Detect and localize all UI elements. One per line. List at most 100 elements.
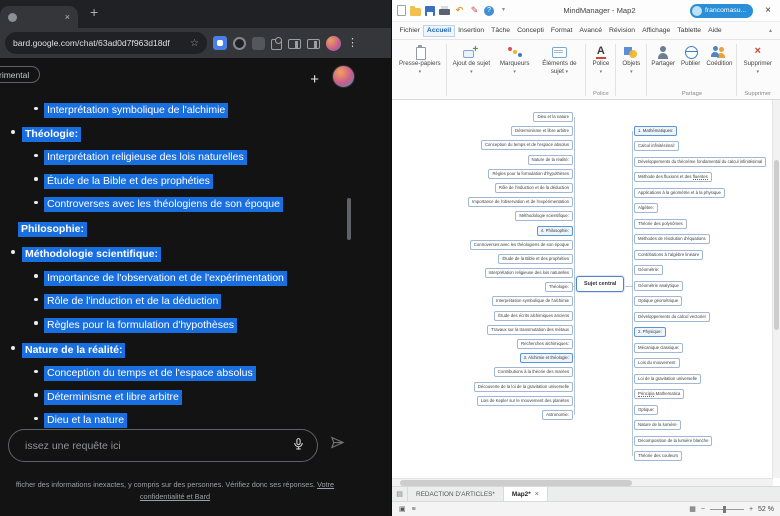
browser-menu-icon[interactable]: ⋮ [347, 36, 358, 50]
map-node[interactable]: Théorie des polynômes [634, 219, 687, 229]
ribbon-button-police[interactable]: A Police ▾ [587, 42, 614, 76]
extension-circle-icon[interactable] [233, 36, 246, 50]
menu-tab-accueil[interactable]: Accueil [423, 24, 455, 37]
map-node[interactable]: Mécanique classique: [634, 343, 684, 353]
url-bar[interactable]: bard.google.com/chat/63ad0d7f963d18df ☆ [5, 32, 207, 54]
zoom-out-icon[interactable]: − [701, 506, 705, 513]
map-node[interactable]: Géométrie: [634, 265, 664, 275]
sheet-list-icon[interactable]: ▤ [392, 487, 408, 501]
extension-square-icon[interactable] [252, 36, 265, 50]
map-node[interactable]: Conception du temps et de l'espace absol… [480, 140, 573, 150]
map-node[interactable]: Dieu et la nature [533, 112, 573, 122]
account-pill[interactable]: francomasu... [689, 3, 754, 18]
ribbon-button-supprimer[interactable]: × Supprimer ▾ [738, 42, 777, 76]
ribbon-button-l-ments-de-sujet[interactable]: Éléments de sujet ▾ [534, 42, 584, 76]
map-node[interactable]: Découverte de la loi de la gravitation u… [473, 382, 573, 392]
map-node[interactable]: Développements du calcul vectoriel [634, 312, 710, 322]
map-node[interactable]: Nature de la lumière [634, 420, 681, 430]
menu-tab-t-che[interactable]: Tâche [488, 25, 514, 37]
close-tab-icon[interactable]: × [65, 12, 70, 22]
map-node[interactable]: Optique: [634, 405, 659, 415]
map-node[interactable]: Déterminisme et libre arbitre [511, 126, 573, 136]
ribbon-button-ajout-de-sujet[interactable]: + Ajout de sujet ▾ [448, 42, 495, 76]
reading-list-icon[interactable] [307, 39, 320, 49]
map-node[interactable]: Recherches alchimiques: [516, 339, 573, 349]
print-icon[interactable] [439, 6, 450, 15]
vertical-scrollbar[interactable] [772, 100, 780, 478]
new-chat-icon[interactable]: + [310, 71, 319, 88]
map-node[interactable]: Théologie: [544, 282, 573, 292]
chat-scrollbar[interactable] [347, 198, 351, 240]
map-node[interactable]: Règles pour la formulation d'hypothèses [488, 169, 573, 179]
extension-blue-icon[interactable] [213, 36, 227, 50]
map-node[interactable]: Étude des écrits alchimiques anciens [494, 311, 573, 321]
close-sheet-icon[interactable]: × [535, 491, 539, 498]
side-panel-icon[interactable] [288, 39, 301, 49]
menu-tab-r-vision[interactable]: Révision [605, 25, 638, 37]
ribbon-button-publier[interactable]: Publier [678, 42, 703, 68]
map-node[interactable]: Décomposition de la lumière blanche [634, 436, 713, 446]
map-node[interactable]: Astronomie: [542, 410, 573, 420]
ribbon-button-marqueurs[interactable]: Marqueurs ▾ [495, 42, 534, 76]
map-node[interactable]: Calcul infinitésimal: [634, 141, 679, 151]
menu-tab-format[interactable]: Format [547, 25, 576, 37]
profile-avatar[interactable] [326, 35, 341, 51]
save-icon[interactable] [425, 5, 435, 16]
ribbon-collapse-icon[interactable]: ▴ [769, 27, 776, 34]
ribbon-button-objets[interactable]: Objets ▾ [617, 42, 645, 76]
map-node[interactable]: Lois de Kepler sur le mouvement des plan… [476, 396, 573, 406]
new-document-icon[interactable] [397, 5, 406, 16]
menu-tab-aide[interactable]: Aide [705, 25, 726, 37]
prompt-input[interactable]: issez une requête ici [8, 429, 318, 462]
sheet-tab-map2[interactable]: Map2* × [503, 487, 548, 501]
open-folder-icon[interactable] [410, 5, 421, 16]
map-node[interactable]: Développements du théorème fondamental d… [634, 157, 767, 167]
zoom-in-icon[interactable]: + [749, 506, 753, 513]
account-avatar[interactable] [332, 65, 355, 88]
map-node[interactable]: Méthodes de résolution d'équations [634, 234, 710, 244]
map-node[interactable]: Interprétation religieuse des lois natur… [484, 268, 573, 278]
map-node[interactable]: 4. Philosophie: [536, 226, 573, 236]
status-icon-1[interactable]: ▣ [399, 505, 406, 513]
map-node[interactable]: Interprétation symbolique de l'alchimie [492, 296, 573, 306]
map-node[interactable]: Rôle de l'induction et de la déduction [494, 183, 573, 193]
map-node[interactable]: Controverses avec les théologiens de son… [469, 240, 573, 250]
map-node[interactable]: Importance de l'observation et de l'expé… [468, 197, 573, 207]
extensions-puzzle-icon[interactable] [271, 37, 282, 50]
close-window-icon[interactable]: × [761, 5, 775, 16]
map-node[interactable]: Nature de la réalité: [527, 155, 573, 165]
map-node[interactable]: Étude de la Bible et des prophéties [498, 254, 573, 264]
map-node[interactable]: 3. Alchimie et théologie: [519, 353, 573, 363]
menu-tab-concepti[interactable]: Concepti [514, 25, 548, 37]
undo-icon[interactable]: ↶ [454, 5, 465, 16]
map-node[interactable]: Méthodologie scientifique: [515, 211, 573, 221]
map-node[interactable]: Contributions à l'algèbre linéaire [634, 250, 704, 260]
map-node[interactable]: Géométrie analytique [634, 281, 683, 291]
pen-icon[interactable]: ✎ [469, 5, 480, 16]
map-canvas[interactable]: Sujet central Dieu et la nature Détermini… [392, 100, 773, 478]
central-topic[interactable]: Sujet central [576, 276, 625, 292]
new-tab-icon[interactable]: + [90, 4, 98, 20]
map-node[interactable]: Principia Mathematica [634, 389, 685, 399]
map-node[interactable]: Lois du mouvement [634, 358, 680, 368]
ribbon-button-partager[interactable]: Partager [648, 42, 678, 68]
ribbon-button-presse-papiers[interactable]: Presse-papiers ▾ [395, 42, 445, 76]
menu-tab-tablette[interactable]: Tablette [674, 25, 705, 37]
menu-tab-insertion[interactable]: Insertion [455, 25, 488, 37]
help-icon[interactable]: ? [484, 5, 494, 16]
microphone-icon[interactable] [292, 437, 305, 455]
map-node[interactable]: Théorie des couleurs [634, 451, 683, 461]
map-node[interactable]: 2. Physique: [634, 327, 666, 337]
sheet-tab-redaction[interactable]: REDACTION D'ARTICLES* [408, 487, 504, 501]
map-node[interactable]: Travaux sur la transmutation des métaux [487, 325, 573, 335]
map-node[interactable]: 1. Mathématiques: [634, 126, 678, 136]
zoom-slider[interactable] [709, 505, 744, 513]
ribbon-button-co-dition[interactable]: Coédition [703, 42, 735, 68]
browser-tab[interactable]: × [0, 6, 78, 28]
horizontal-scrollbar[interactable] [392, 478, 773, 486]
quick-access-chevron-icon[interactable]: ▾ [498, 5, 509, 16]
menu-tab-affichage[interactable]: Affichage [639, 25, 674, 37]
bookmark-star-icon[interactable]: ☆ [190, 38, 199, 49]
send-icon[interactable] [330, 435, 345, 455]
vertical-scroll-thumb[interactable] [774, 160, 779, 330]
